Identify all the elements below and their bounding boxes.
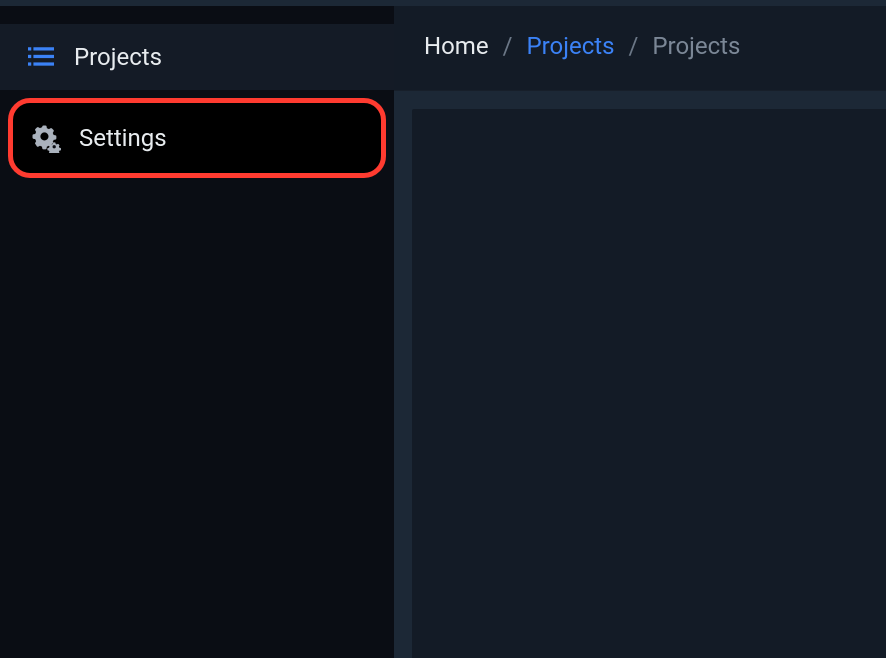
sidebar: Projects Settings — [0, 6, 394, 658]
sidebar-item-settings[interactable]: Settings — [8, 98, 386, 178]
content-panel — [412, 109, 886, 658]
sidebar-item-label: Settings — [79, 124, 167, 152]
gears-icon — [31, 123, 61, 153]
breadcrumb-sep: / — [503, 32, 513, 60]
main: Home / Projects / Projects — [394, 6, 886, 658]
list-icon — [26, 42, 56, 72]
breadcrumb-sep: / — [629, 32, 639, 60]
breadcrumb-home[interactable]: Home — [424, 32, 489, 60]
breadcrumb: Home / Projects / Projects — [394, 6, 886, 91]
sidebar-item-label: Projects — [74, 43, 162, 71]
breadcrumb-current: Projects — [652, 32, 740, 60]
layout: Projects Settings Home / Projects / Proj… — [0, 6, 886, 658]
sidebar-item-projects[interactable]: Projects — [0, 24, 394, 90]
content-wrap — [394, 91, 886, 658]
breadcrumb-link-projects[interactable]: Projects — [527, 32, 615, 60]
